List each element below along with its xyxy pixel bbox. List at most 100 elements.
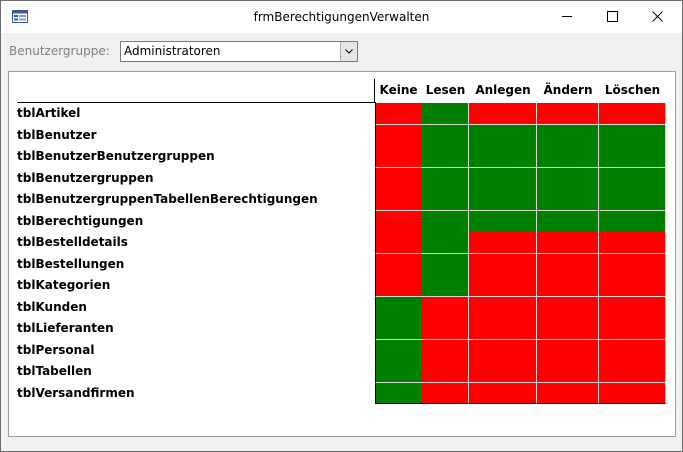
permission-cell[interactable] xyxy=(375,167,423,190)
maximize-icon xyxy=(607,11,618,22)
column-header-1: Lesen xyxy=(425,83,466,97)
permission-cell[interactable] xyxy=(537,167,599,190)
permission-cell[interactable] xyxy=(599,361,666,383)
permission-cell[interactable] xyxy=(599,146,666,168)
permission-cell[interactable] xyxy=(469,167,537,190)
table-name-label: tblBestellungen xyxy=(17,256,125,271)
permission-cell[interactable] xyxy=(375,253,423,276)
permission-cell[interactable] xyxy=(599,232,666,254)
permission-cell[interactable] xyxy=(537,382,599,404)
table-name-label: tblKategorien xyxy=(17,278,111,292)
permission-cell[interactable] xyxy=(375,210,423,233)
permission-cell[interactable] xyxy=(599,253,666,276)
permission-cell[interactable] xyxy=(422,189,469,211)
permission-cell[interactable] xyxy=(375,339,423,362)
permission-cell[interactable] xyxy=(537,210,599,233)
permission-cell[interactable] xyxy=(422,146,469,168)
table-name-label: tblBestelldetails xyxy=(17,235,128,249)
permission-cell[interactable] xyxy=(422,382,469,404)
permission-cell[interactable] xyxy=(469,339,537,362)
close-icon xyxy=(652,11,663,22)
permission-cell[interactable] xyxy=(422,339,469,362)
table-name-label: tblArtikel xyxy=(17,106,81,120)
permission-cell[interactable] xyxy=(599,189,666,211)
column-header-4: Löschen xyxy=(604,83,661,97)
permission-cell[interactable] xyxy=(375,318,423,340)
permission-cell[interactable] xyxy=(469,318,537,340)
table-name-label: tblBenutzer xyxy=(17,127,97,142)
permission-cell[interactable] xyxy=(537,124,599,147)
permission-cell[interactable] xyxy=(537,275,599,297)
minimize-icon xyxy=(562,16,572,17)
permission-cell[interactable] xyxy=(422,275,469,297)
permission-cell[interactable] xyxy=(537,296,599,319)
permission-cell[interactable] xyxy=(375,189,423,211)
maximize-button[interactable] xyxy=(590,1,635,32)
permission-cell[interactable] xyxy=(599,124,666,147)
permission-cell[interactable] xyxy=(537,361,599,383)
permission-cell[interactable] xyxy=(469,103,537,125)
permission-cell[interactable] xyxy=(422,124,469,147)
table-name-label: tblTabellen xyxy=(17,364,92,378)
permission-cell[interactable] xyxy=(537,232,599,254)
permission-cell[interactable] xyxy=(375,296,423,319)
permission-cell[interactable] xyxy=(599,210,666,233)
benutzergruppe-value: Administratoren xyxy=(124,44,221,58)
permission-cell[interactable] xyxy=(469,253,537,276)
permission-cell[interactable] xyxy=(469,210,537,233)
permission-cell[interactable] xyxy=(469,146,537,168)
column-header-3: Ändern xyxy=(543,83,593,97)
permission-cell[interactable] xyxy=(422,210,469,233)
benutzergruppe-combobox[interactable]: Administratoren xyxy=(120,41,358,62)
permission-cell[interactable] xyxy=(469,124,537,147)
table-name-label: tblKunden xyxy=(17,299,87,314)
table-name-label: tblLieferanten xyxy=(17,321,114,335)
permission-cell[interactable] xyxy=(422,253,469,276)
permission-cell[interactable] xyxy=(599,167,666,190)
table-name-label: tblPersonal xyxy=(17,342,95,357)
permission-cell[interactable] xyxy=(469,382,537,404)
column-header-0: Keine xyxy=(379,83,418,97)
table-name-label: tblBenutzergruppenTabellenBerechtigungen xyxy=(17,192,318,206)
permission-cell[interactable] xyxy=(422,232,469,254)
permission-cell[interactable] xyxy=(469,232,537,254)
permission-cell[interactable] xyxy=(375,361,423,383)
permission-cell[interactable] xyxy=(422,296,469,319)
permission-cell[interactable] xyxy=(375,232,423,254)
permission-cell[interactable] xyxy=(599,339,666,362)
benutzergruppe-label: Benutzergruppe: xyxy=(9,44,110,58)
permission-cell[interactable] xyxy=(537,103,599,125)
close-button[interactable] xyxy=(635,1,680,32)
permission-cell[interactable] xyxy=(537,318,599,340)
permission-cell[interactable] xyxy=(537,146,599,168)
table-name-label: tblVersandfirmen xyxy=(17,385,135,400)
permission-cell[interactable] xyxy=(537,253,599,276)
permission-cell[interactable] xyxy=(537,189,599,211)
permission-cell[interactable] xyxy=(422,103,469,125)
table-name-label: tblBenutzerBenutzergruppen xyxy=(17,149,215,163)
permission-cell[interactable] xyxy=(375,103,423,125)
permission-cell[interactable] xyxy=(599,296,666,319)
permission-cell[interactable] xyxy=(375,146,423,168)
minimize-button[interactable] xyxy=(545,1,590,32)
permission-cell[interactable] xyxy=(599,382,666,404)
permission-cell[interactable] xyxy=(469,361,537,383)
permission-cell[interactable] xyxy=(469,189,537,211)
chevron-down-icon xyxy=(345,49,353,54)
table-name-label: tblBenutzergruppen xyxy=(17,170,154,185)
permission-cell[interactable] xyxy=(469,296,537,319)
permission-cell[interactable] xyxy=(537,339,599,362)
permission-cell[interactable] xyxy=(375,124,423,147)
permission-cell[interactable] xyxy=(469,275,537,297)
dropdown-button[interactable] xyxy=(340,42,357,61)
permission-cell[interactable] xyxy=(599,318,666,340)
title-bar[interactable]: frmBerechtigungenVerwalten xyxy=(1,1,682,33)
permission-cell[interactable] xyxy=(599,103,666,125)
permission-cell[interactable] xyxy=(375,382,423,404)
column-header-2: Anlegen xyxy=(475,83,531,97)
permission-cell[interactable] xyxy=(599,275,666,297)
permission-cell[interactable] xyxy=(422,167,469,190)
permission-cell[interactable] xyxy=(422,361,469,383)
permission-cell[interactable] xyxy=(375,275,423,297)
permission-cell[interactable] xyxy=(422,318,469,340)
